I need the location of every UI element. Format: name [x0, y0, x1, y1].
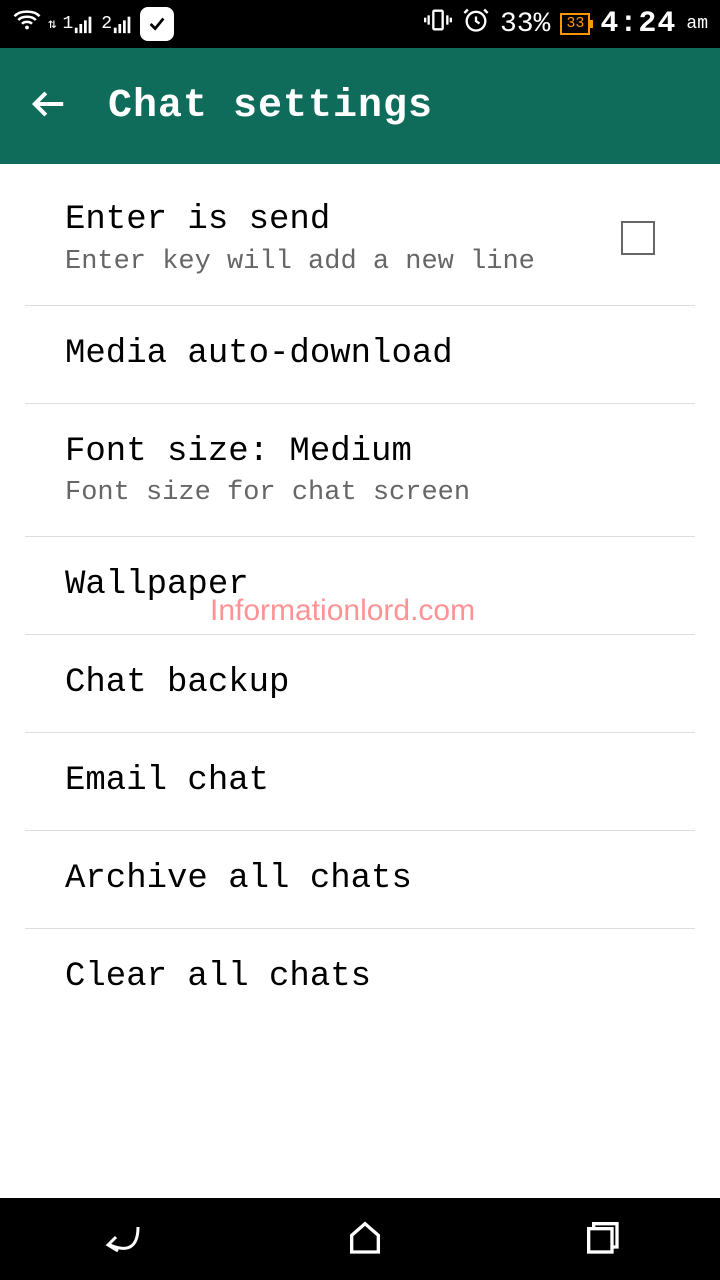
row-font-size[interactable]: Font size: Medium Font size for chat scr…	[25, 404, 695, 538]
row-archive-all-chats[interactable]: Archive all chats	[25, 831, 695, 929]
back-arrow-icon[interactable]	[30, 85, 68, 128]
app-bar: Chat settings	[0, 48, 720, 164]
row-title: Clear all chats	[65, 957, 655, 998]
status-bar: ⇅ 1 2 33% 33 4:24 am	[0, 0, 720, 48]
enter-is-send-checkbox[interactable]	[621, 221, 655, 255]
nav-home-icon[interactable]	[345, 1217, 385, 1262]
settings-list: Enter is send Enter key will add a new l…	[0, 164, 720, 1025]
row-email-chat[interactable]: Email chat	[25, 733, 695, 831]
sim2-label: 2	[101, 14, 112, 34]
row-title: Chat backup	[65, 663, 655, 704]
sim1-signal-icon: 1	[62, 13, 95, 35]
alarm-icon	[462, 6, 490, 42]
row-title: Font size: Medium	[65, 432, 655, 473]
vibrate-icon	[424, 6, 452, 42]
clock-ampm: am	[686, 14, 708, 34]
row-subtitle: Enter key will add a new line	[65, 247, 621, 277]
battery-icon: 33	[560, 13, 590, 35]
nav-recent-icon[interactable]	[582, 1217, 622, 1262]
battery-percent: 33%	[500, 9, 550, 40]
row-media-auto-download[interactable]: Media auto-download	[25, 306, 695, 404]
row-title: Media auto-download	[65, 334, 655, 375]
row-enter-is-send[interactable]: Enter is send Enter key will add a new l…	[25, 164, 695, 306]
row-title: Wallpaper	[65, 565, 655, 606]
page-title: Chat settings	[108, 84, 433, 129]
nav-back-icon[interactable]	[98, 1217, 148, 1262]
navigation-bar	[0, 1198, 720, 1280]
row-title: Enter is send	[65, 200, 621, 241]
row-chat-backup[interactable]: Chat backup	[25, 635, 695, 733]
row-title: Email chat	[65, 761, 655, 802]
row-subtitle: Font size for chat screen	[65, 478, 655, 508]
sim1-label: 1	[62, 14, 73, 34]
row-clear-all-chats[interactable]: Clear all chats	[25, 929, 695, 1026]
sync-arrows-icon: ⇅	[48, 16, 56, 33]
row-title: Archive all chats	[65, 859, 655, 900]
check-badge-icon	[140, 7, 174, 41]
sim2-signal-icon: 2	[101, 13, 134, 35]
wifi-icon	[12, 5, 42, 43]
row-wallpaper[interactable]: Wallpaper	[25, 537, 695, 635]
clock-time: 4:24	[600, 7, 676, 41]
